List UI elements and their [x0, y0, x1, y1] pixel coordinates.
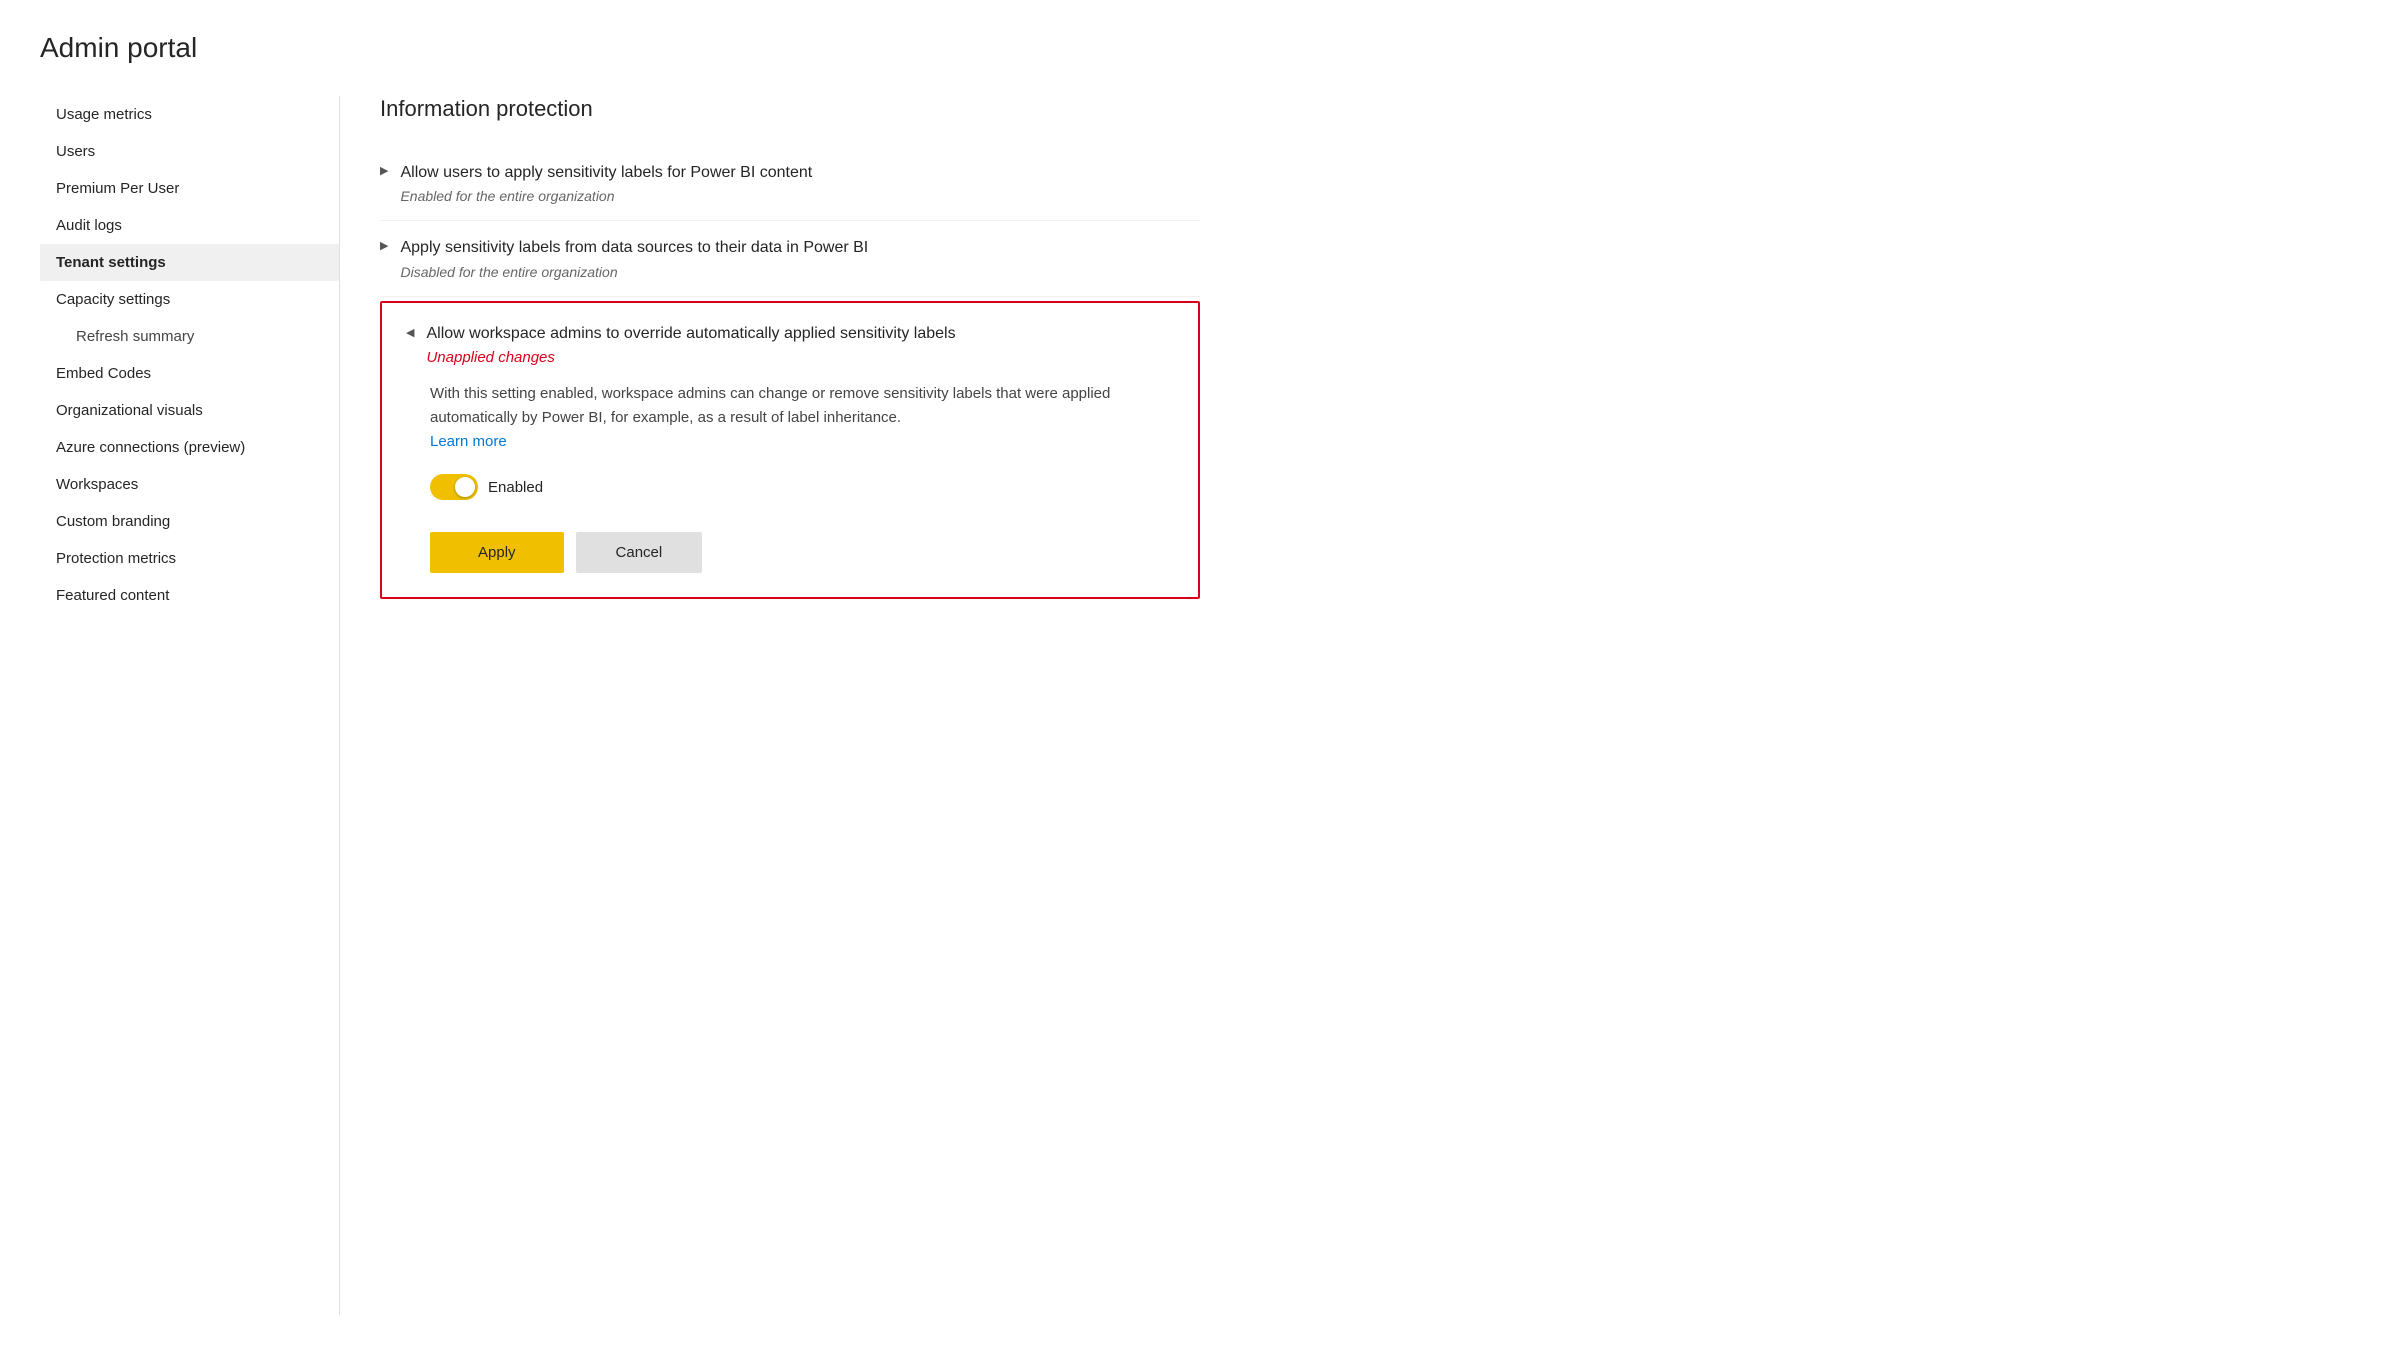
sidebar-item-workspaces[interactable]: Workspaces — [40, 466, 339, 503]
sidebar-item-featured-content[interactable]: Featured content — [40, 577, 339, 614]
toggle-label: Enabled — [488, 479, 543, 496]
chevron-down-icon[interactable]: ◀ — [406, 326, 414, 339]
button-row: Apply Cancel — [430, 532, 1174, 573]
expanded-setting-title: Allow workspace admins to override autom… — [426, 323, 1174, 345]
sidebar-item-audit-logs[interactable]: Audit logs — [40, 207, 339, 244]
setting-title-1: Allow users to apply sensitivity labels … — [400, 162, 1200, 184]
sidebar: Usage metrics Users Premium Per User Aud… — [40, 96, 340, 1315]
toggle-row: Enabled — [430, 474, 1174, 500]
sidebar-item-users[interactable]: Users — [40, 133, 339, 170]
sidebar-item-organizational-visuals[interactable]: Organizational visuals — [40, 392, 339, 429]
toggle-track — [430, 474, 478, 500]
sidebar-item-custom-branding[interactable]: Custom branding — [40, 503, 339, 540]
setting-row-apply-from-sources: ▶ Apply sensitivity labels from data sou… — [380, 221, 1200, 296]
main-content: Information protection ▶ Allow users to … — [340, 96, 1240, 1315]
page-title: Admin portal — [40, 32, 2351, 64]
description-text: With this setting enabled, workspace adm… — [430, 385, 1110, 426]
sidebar-item-azure-connections[interactable]: Azure connections (preview) — [40, 429, 339, 466]
sidebar-item-tenant-settings[interactable]: Tenant settings — [40, 244, 339, 281]
page-container: Admin portal Usage metrics Users Premium… — [0, 0, 2391, 1347]
expanded-setting-box: ◀ Allow workspace admins to override aut… — [380, 301, 1200, 599]
setting-row-apply-labels: ▶ Allow users to apply sensitivity label… — [380, 146, 1200, 221]
sidebar-item-usage-metrics[interactable]: Usage metrics — [40, 96, 339, 133]
sidebar-item-premium-per-user[interactable]: Premium Per User — [40, 170, 339, 207]
chevron-right-icon-1[interactable]: ▶ — [380, 164, 388, 177]
setting-subtitle-2: Disabled for the entire organization — [400, 264, 1200, 280]
setting-info-2: Apply sensitivity labels from data sourc… — [400, 237, 1200, 279]
cancel-button[interactable]: Cancel — [576, 532, 703, 573]
sidebar-item-protection-metrics[interactable]: Protection metrics — [40, 540, 339, 577]
expanded-setting-info: Allow workspace admins to override autom… — [426, 323, 1174, 366]
learn-more-link[interactable]: Learn more — [430, 433, 507, 450]
setting-description: With this setting enabled, workspace adm… — [430, 382, 1174, 454]
unapplied-changes-label: Unapplied changes — [426, 349, 1174, 366]
setting-subtitle-1: Enabled for the entire organization — [400, 188, 1200, 204]
content-area: Usage metrics Users Premium Per User Aud… — [40, 96, 2351, 1315]
sidebar-item-embed-codes[interactable]: Embed Codes — [40, 355, 339, 392]
toggle-thumb — [455, 477, 475, 497]
sidebar-item-capacity-settings[interactable]: Capacity settings — [40, 281, 339, 318]
enabled-toggle[interactable] — [430, 474, 478, 500]
setting-title-2: Apply sensitivity labels from data sourc… — [400, 237, 1200, 259]
setting-info-1: Allow users to apply sensitivity labels … — [400, 162, 1200, 204]
section-title: Information protection — [380, 96, 1200, 122]
apply-button[interactable]: Apply — [430, 532, 564, 573]
chevron-right-icon-2[interactable]: ▶ — [380, 239, 388, 252]
sidebar-item-refresh-summary[interactable]: Refresh summary — [40, 318, 339, 355]
expanded-setting-header: ◀ Allow workspace admins to override aut… — [406, 323, 1174, 366]
